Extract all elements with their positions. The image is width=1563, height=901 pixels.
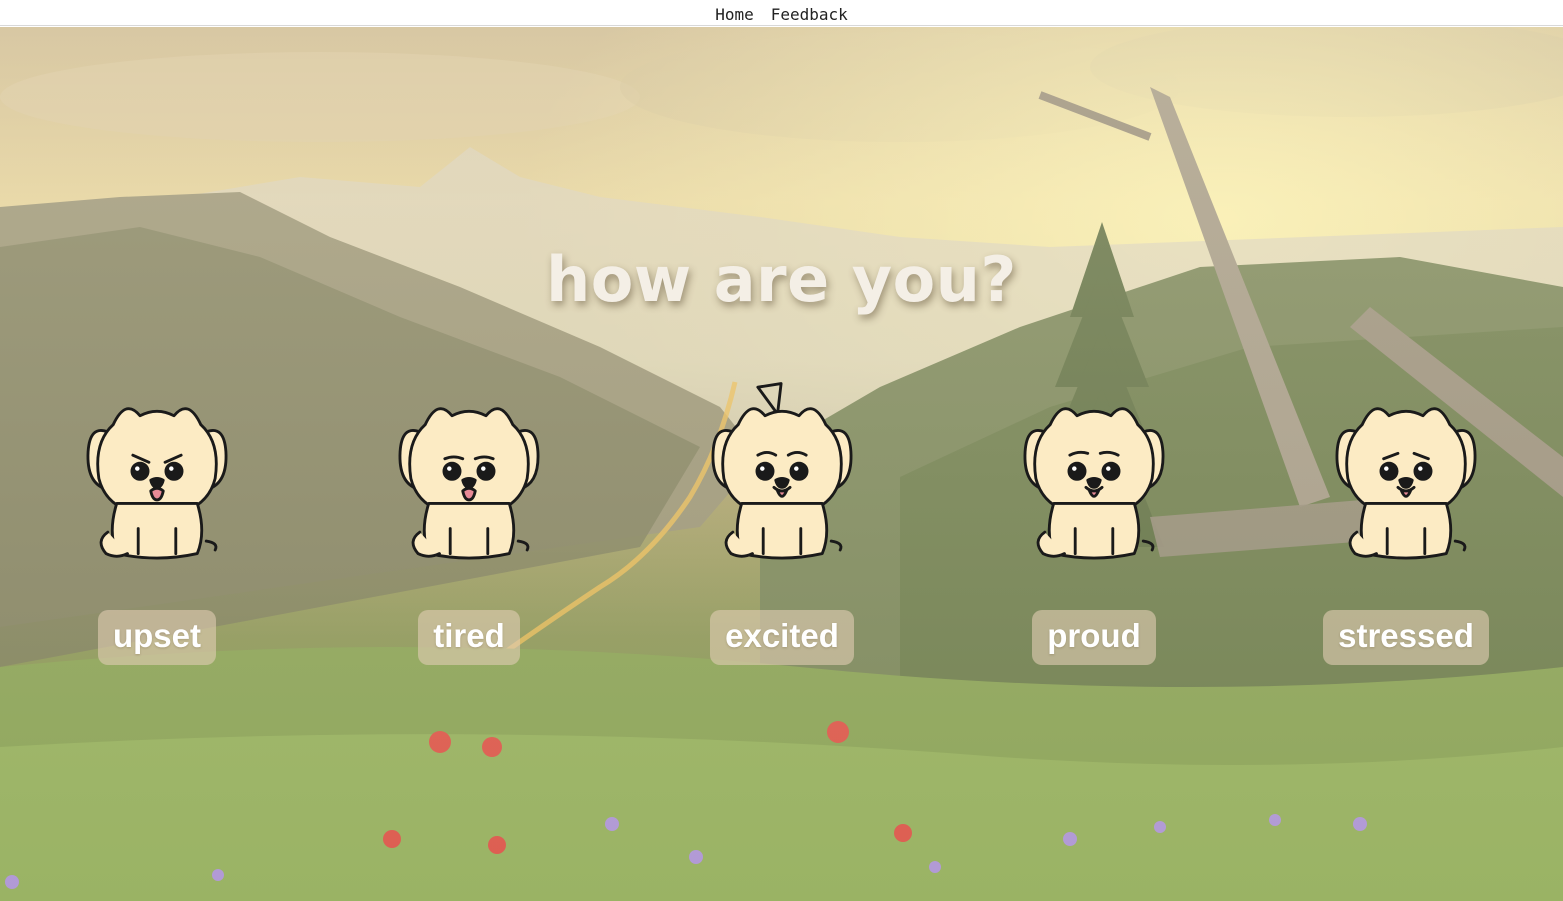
mood-option-upset[interactable]: upset [57, 370, 257, 665]
mood-option-tired[interactable]: tired [369, 370, 569, 665]
nav-home-link[interactable]: Home [715, 5, 754, 24]
mood-option-excited[interactable]: excited [682, 370, 882, 665]
top-nav: Home Feedback [0, 0, 1563, 26]
mood-option-stressed[interactable]: stressed [1306, 370, 1506, 665]
excited-dog-icon[interactable] [697, 370, 867, 560]
tired-dog-icon[interactable] [384, 370, 554, 560]
prompt-title: how are you? [546, 243, 1017, 316]
upset-dog-icon[interactable] [72, 370, 242, 560]
mood-button-proud[interactable]: proud [1032, 610, 1156, 665]
mood-button-stressed[interactable]: stressed [1323, 610, 1489, 665]
mood-button-upset[interactable]: upset [97, 610, 216, 665]
mood-button-excited[interactable]: excited [710, 610, 854, 665]
proud-dog-icon[interactable] [1009, 370, 1179, 560]
stressed-dog-icon[interactable] [1321, 370, 1491, 560]
nav-feedback-link[interactable]: Feedback [771, 5, 848, 24]
mood-button-tired[interactable]: tired [418, 610, 520, 665]
mood-option-proud[interactable]: proud [994, 370, 1194, 665]
